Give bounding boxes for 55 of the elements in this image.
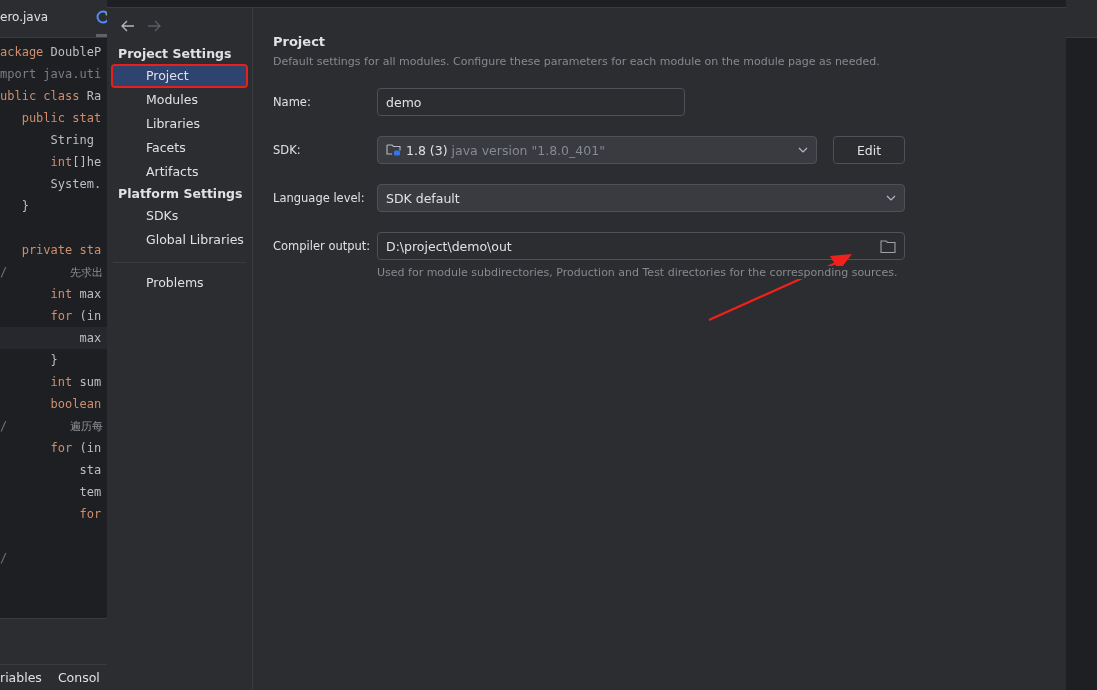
name-field[interactable]: demo [377, 88, 685, 116]
page-title: Project [273, 34, 327, 49]
code-line: 先求出 [70, 264, 103, 280]
edit-button[interactable]: Edit [833, 136, 905, 164]
folder-cup-icon [386, 143, 402, 157]
section-title: Project Settings [117, 45, 233, 63]
field-label: SDK: [273, 143, 302, 157]
code-line: tem [78, 485, 102, 499]
tool-window-tab[interactable]: riables [0, 670, 42, 685]
code-line: boolean [49, 397, 102, 411]
code-line: sta [78, 463, 102, 477]
sidebar-item[interactable]: Facets [113, 138, 246, 158]
chevron-down-icon [798, 147, 808, 153]
code-line: int[]he [49, 155, 102, 169]
compiler-output-field[interactable]: D:\project\demo\out [377, 232, 905, 260]
code-line: ackage DoubleP [0, 45, 102, 59]
gutter-mark: / [0, 551, 8, 565]
code-line: for [78, 507, 102, 521]
chevron-down-icon [886, 195, 896, 201]
code-line: int max [49, 287, 102, 301]
sdk-dropdown[interactable]: 1.8 (3) java version "1.8.0_401" [377, 136, 817, 164]
section-title: Platform Settings [117, 185, 244, 203]
editor-tab[interactable]: ero.java [0, 0, 53, 37]
sidebar-item[interactable]: Libraries [113, 114, 246, 134]
gutter-mark: / [0, 265, 8, 279]
code-line: for (in [49, 309, 102, 323]
sidebar-item[interactable]: Modules [113, 90, 246, 110]
field-label: Language level: [273, 191, 366, 205]
back-arrow-icon[interactable] [121, 20, 135, 32]
code-line: for (in [49, 441, 102, 455]
code-line: public stat [20, 111, 102, 125]
sidebar-item[interactable]: Project [113, 66, 246, 86]
folder-icon[interactable] [880, 239, 896, 253]
sidebar-item[interactable]: SDKs [113, 206, 246, 226]
language-level-dropdown[interactable]: SDK default [377, 184, 905, 212]
code-line: ublic class Ra [0, 89, 102, 103]
field-label: Name: [273, 95, 312, 109]
page-description: Default settings for all modules. Configure these parameters for each module on the module page as needed. [273, 55, 881, 68]
sidebar-item[interactable]: Problems [113, 273, 246, 293]
code-line: mport java.uti [0, 67, 102, 81]
tool-window-tab[interactable]: Consol [57, 670, 100, 685]
code-line: max [78, 331, 102, 345]
class-icon [96, 10, 107, 24]
code-line: System. [49, 177, 102, 191]
code-line: private sta [20, 243, 102, 257]
sidebar-item[interactable]: Artifacts [113, 162, 246, 182]
gutter-mark: / [0, 419, 8, 433]
field-label: Compiler output: [273, 239, 372, 253]
code-line: 遍历每 [70, 418, 103, 434]
code-line: } [49, 353, 58, 367]
code-line: int sum [49, 375, 102, 389]
code-line: String [49, 133, 94, 147]
code-line: } [20, 199, 29, 213]
field-hint: Used for module subdirectories, Production and Test directories for the corresponding sources. [377, 266, 898, 279]
sidebar-item[interactable]: Global Libraries [113, 230, 246, 250]
